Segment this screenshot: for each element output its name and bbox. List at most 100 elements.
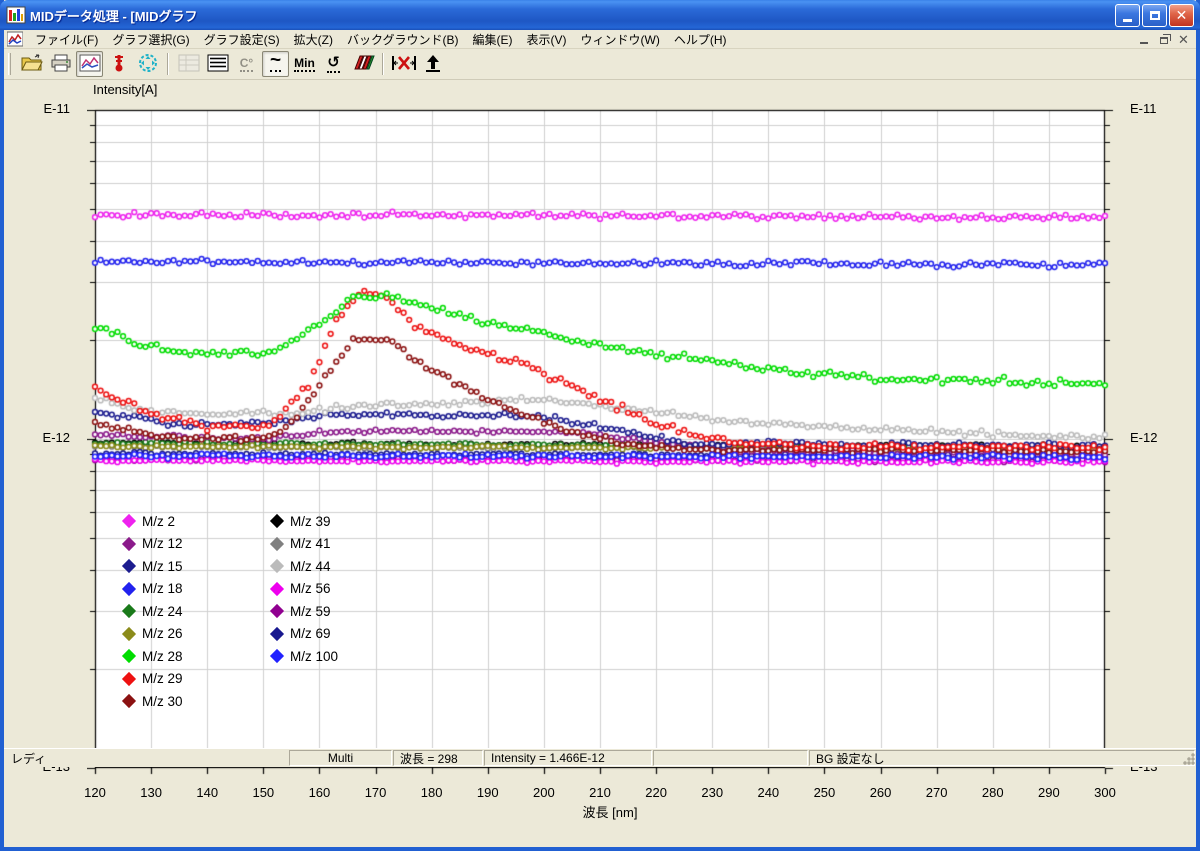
legend-entry-Mz24: M/z 24 <box>122 600 183 623</box>
legend-entry-Mz2: M/z 2 <box>122 510 183 533</box>
menu-item-Z[interactable]: 拡大(Z) <box>287 29 340 50</box>
celsius-button-label: C° <box>240 57 253 72</box>
legend-entry-Mz41: M/z 41 <box>270 533 338 556</box>
legend-marker-diamond-icon <box>122 559 136 573</box>
legend-entry-Mz15: M/z 15 <box>122 555 183 578</box>
background-set-button[interactable] <box>349 51 376 77</box>
legend-marker-diamond-icon <box>270 514 284 528</box>
legend-label: M/z 29 <box>142 671 183 686</box>
menu-item-W[interactable]: ウィンドウ(W) <box>574 29 667 50</box>
toolbar-grip[interactable] <box>8 53 11 75</box>
toolbar-separator <box>382 53 384 75</box>
graph-display-button[interactable] <box>76 51 103 77</box>
printer-icon <box>50 54 72 75</box>
y-tick-left-E-11: E-11 <box>24 101 70 116</box>
print-button[interactable] <box>47 51 74 77</box>
legend-label: M/z 26 <box>142 626 183 641</box>
menu-item-E[interactable]: 編集(E) <box>466 29 520 50</box>
wave-button[interactable]: ~ <box>262 51 289 77</box>
legend-entry-Mz29: M/z 29 <box>122 668 183 691</box>
clear-x-axis-button[interactable] <box>390 51 417 77</box>
grid-icon <box>178 54 200 75</box>
status-ready: レディ <box>4 750 288 766</box>
x-tick-250: 250 <box>802 785 846 800</box>
resize-grip[interactable] <box>1182 752 1196 766</box>
legend-label: M/z 56 <box>290 581 331 596</box>
window-title: MIDデータ処理 - [MIDグラフ <box>30 6 1115 25</box>
mdi-close-button[interactable]: ✕ <box>1175 32 1192 47</box>
legend-entry-Mz44: M/z 44 <box>270 555 338 578</box>
layers-icon <box>351 53 375 76</box>
legend-marker-diamond-icon <box>122 604 136 618</box>
thermometer-button[interactable] <box>105 51 132 77</box>
legend-marker-diamond-icon <box>122 514 136 528</box>
x-tick-210: 210 <box>578 785 622 800</box>
menu-item-H[interactable]: ヘルプ(H) <box>667 29 734 50</box>
title-bar[interactable]: MIDデータ処理 - [MIDグラフ ✕ <box>0 0 1200 30</box>
y-axis-title: Intensity[A] <box>93 82 157 97</box>
x-tick-170: 170 <box>354 785 398 800</box>
x-tick-190: 190 <box>466 785 510 800</box>
x-tick-240: 240 <box>746 785 790 800</box>
min-button-label: Min <box>294 57 315 72</box>
redraw-button[interactable]: ↺ <box>320 51 347 77</box>
export-up-button[interactable] <box>419 51 446 77</box>
x-tick-180: 180 <box>410 785 454 800</box>
maximize-icon <box>1150 11 1160 20</box>
legend-entry-Mz26: M/z 26 <box>122 623 183 646</box>
y-tick-right-E-11: E-11 <box>1130 101 1176 116</box>
wave-button-label: ~ <box>270 56 281 71</box>
legend-column-1: M/z 2 M/z 12 M/z 15 M/z 18 M/z 24 M/z 26 M/z 2… <box>122 510 183 713</box>
grid-view-button <box>175 51 202 77</box>
close-button[interactable]: ✕ <box>1169 4 1194 27</box>
mdi-window-controls: ✕ <box>1135 32 1192 47</box>
mdi-restore-button[interactable] <box>1155 32 1172 47</box>
minimize-icon <box>1123 19 1132 22</box>
menu-item-F[interactable]: ファイル(F) <box>28 29 105 50</box>
fit-arrows-icon <box>137 53 159 76</box>
mdi-minimize-button[interactable] <box>1135 32 1152 47</box>
x-tick-270: 270 <box>915 785 959 800</box>
menu-item-G[interactable]: グラフ選択(G) <box>105 29 196 50</box>
x-tick-230: 230 <box>690 785 734 800</box>
mdi-minimize-icon <box>1140 42 1148 44</box>
plot-canvas[interactable] <box>87 102 1117 778</box>
legend-marker-diamond-icon <box>122 537 136 551</box>
x-axis-title: 波長 [nm] <box>500 802 720 821</box>
table-icon <box>207 54 229 75</box>
x-tick-220: 220 <box>634 785 678 800</box>
legend-entry-Mz56: M/z 56 <box>270 578 338 601</box>
x-tick-200: 200 <box>522 785 566 800</box>
open-file-button[interactable] <box>18 51 45 77</box>
legend-label: M/z 100 <box>290 649 338 664</box>
maximize-button[interactable] <box>1142 4 1167 27</box>
legend-column-2: M/z 39M/z 41M/z 44M/z 56M/z 59M/z 69M/z … <box>270 510 338 668</box>
legend-label: M/z 41 <box>290 536 331 551</box>
x-tick-120: 120 <box>73 785 117 800</box>
menu-item-S[interactable]: グラフ設定(S) <box>197 29 287 50</box>
legend-label: M/z 12 <box>142 536 183 551</box>
graph-icon <box>79 54 101 75</box>
legend-label: M/z 18 <box>142 581 183 596</box>
minimize-button[interactable] <box>1115 4 1140 27</box>
menu-item-V[interactable]: 表示(V) <box>520 29 574 50</box>
menu-item-B[interactable]: バックグラウンド(B) <box>340 29 466 50</box>
status-empty <box>653 750 808 766</box>
legend-marker-diamond-icon <box>122 694 136 708</box>
x-tick-140: 140 <box>185 785 229 800</box>
legend-entry-Mz59: M/z 59 <box>270 600 338 623</box>
folder-open-icon <box>21 54 43 75</box>
x-tick-280: 280 <box>971 785 1015 800</box>
toolbar-buttons: C° ~ Min ↺ <box>17 51 447 77</box>
table-view-button[interactable] <box>204 51 231 77</box>
legend-marker-diamond-icon <box>270 627 284 641</box>
fit-view-button[interactable] <box>134 51 161 77</box>
legend-marker-diamond-icon <box>270 604 284 618</box>
min-button[interactable]: Min <box>291 51 318 77</box>
x-tick-300: 300 <box>1083 785 1127 800</box>
status-background-setting: BG 設定なし <box>809 750 1195 766</box>
status-intensity: Intensity = 1.466E-12 <box>484 750 652 766</box>
legend-entry-Mz30: M/z 30 <box>122 690 183 713</box>
legend-label: M/z 2 <box>142 514 175 529</box>
legend-label: M/z 59 <box>290 604 331 619</box>
